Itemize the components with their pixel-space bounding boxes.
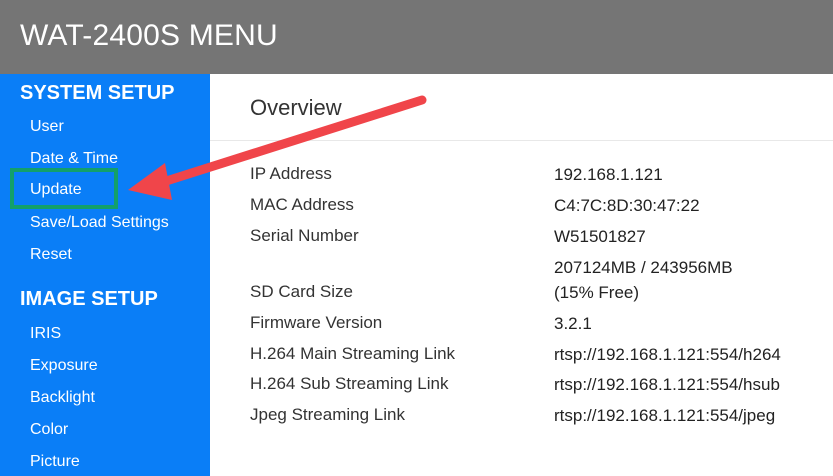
image-setup-heading: IMAGE SETUP bbox=[20, 288, 158, 310]
serial-number-label: Serial Number bbox=[250, 226, 359, 245]
app-header: WAT-2400S MENU bbox=[0, 0, 833, 74]
h264-main-link-value: rtsp://192.168.1.121:554/h264 bbox=[554, 345, 781, 364]
sidebar-item-color[interactable]: Color bbox=[30, 421, 68, 439]
h264-sub-link-label: H.264 Sub Streaming Link bbox=[250, 374, 449, 393]
page-title: Overview bbox=[250, 95, 342, 120]
sidebar-item-backlight[interactable]: Backlight bbox=[30, 389, 95, 407]
sidebar-item-iris[interactable]: IRIS bbox=[30, 325, 61, 343]
mac-address-value: C4:7C:8D:30:47:22 bbox=[554, 196, 700, 215]
h264-main-link-label: H.264 Main Streaming Link bbox=[250, 344, 456, 363]
sidebar: SYSTEM SETUP User Date & Time Update Sav… bbox=[0, 74, 210, 476]
main-panel: Overview IP Address 192.168.1.121 MAC Ad… bbox=[210, 74, 833, 476]
title-divider bbox=[210, 140, 833, 141]
sidebar-item-user[interactable]: User bbox=[30, 118, 64, 136]
app-title: WAT-2400S MENU bbox=[20, 19, 278, 52]
sd-card-size-value-line2: (15% Free) bbox=[554, 283, 640, 302]
update-highlight-box bbox=[10, 168, 118, 209]
h264-sub-link-value: rtsp://192.168.1.121:554/hsub bbox=[554, 375, 780, 394]
jpeg-link-label: Jpeg Streaming Link bbox=[250, 405, 405, 424]
jpeg-link-value: rtsp://192.168.1.121:554/jpeg bbox=[554, 406, 776, 425]
sidebar-item-date-time[interactable]: Date & Time bbox=[30, 150, 118, 168]
sidebar-item-reset[interactable]: Reset bbox=[30, 246, 72, 264]
sd-card-size-label: SD Card Size bbox=[250, 282, 353, 301]
sidebar-item-exposure[interactable]: Exposure bbox=[30, 357, 98, 375]
sidebar-item-save-load-settings[interactable]: Save/Load Settings bbox=[30, 214, 169, 232]
ip-address-label: IP Address bbox=[250, 164, 332, 183]
sidebar-item-picture[interactable]: Picture bbox=[30, 453, 80, 471]
sd-card-size-value-line1: 207124MB / 243956MB bbox=[554, 258, 733, 277]
firmware-version-label: Firmware Version bbox=[250, 313, 383, 332]
serial-number-value: W51501827 bbox=[554, 227, 646, 246]
ip-address-value: 192.168.1.121 bbox=[554, 165, 663, 184]
firmware-version-value: 3.2.1 bbox=[554, 314, 592, 333]
mac-address-label: MAC Address bbox=[250, 195, 354, 214]
system-setup-heading: SYSTEM SETUP bbox=[20, 82, 175, 104]
